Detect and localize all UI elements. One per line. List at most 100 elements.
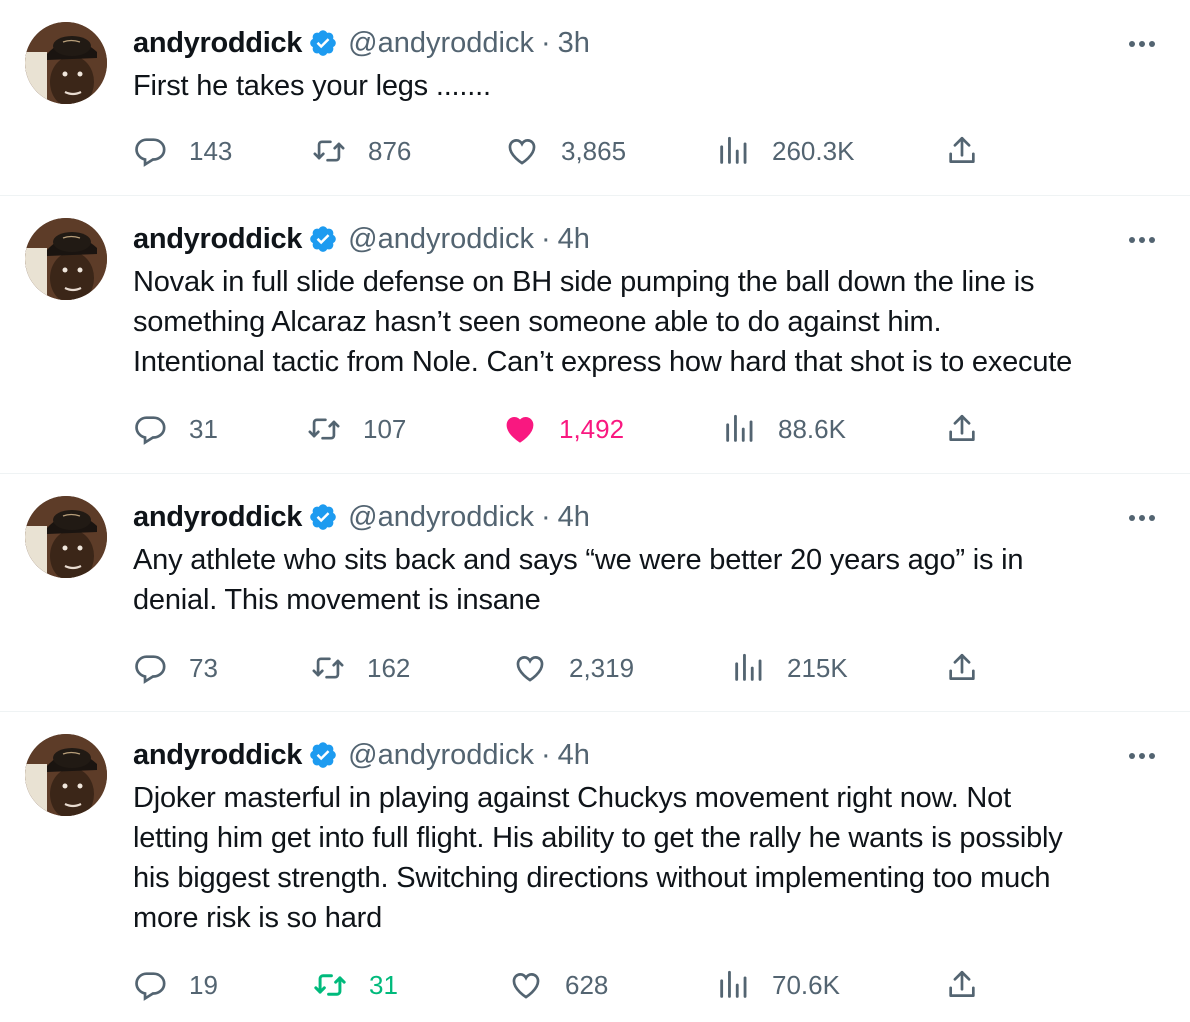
share-icon <box>949 414 975 441</box>
view-count: 88.6K <box>778 413 846 444</box>
like-button[interactable]: 2,319 <box>513 648 634 688</box>
heart-icon <box>508 139 536 165</box>
views-icon <box>720 136 747 164</box>
views-icon <box>735 653 762 681</box>
timestamp[interactable]: 4h <box>558 223 590 256</box>
avatar[interactable] <box>25 218 107 300</box>
timestamp[interactable]: 3h <box>558 27 590 60</box>
tweet-feed: andyroddick @andyroddick · 3h First he t… <box>0 0 1190 1022</box>
retweet-icon <box>312 657 344 679</box>
action-bar: 143 876 3,865 260.3K <box>133 131 1173 171</box>
avatar[interactable] <box>25 734 107 816</box>
retweet-button[interactable]: 107 <box>307 409 406 449</box>
like-button[interactable]: 1,492 <box>503 409 624 449</box>
avatar[interactable] <box>25 22 107 104</box>
author-handle[interactable]: @andyroddick <box>348 501 534 534</box>
share-button[interactable] <box>945 131 979 171</box>
share-button[interactable] <box>945 648 979 688</box>
tweet-text-line: First he takes your legs ....... <box>133 70 491 102</box>
author-name[interactable]: andyroddick <box>133 739 302 772</box>
retweet-count: 31 <box>369 969 398 1000</box>
separator-dot: · <box>540 738 551 771</box>
share-icon <box>949 653 975 680</box>
more-options-icon[interactable] <box>1126 742 1158 770</box>
action-bar: 31 107 1,492 88.6K <box>133 409 1173 449</box>
view-count: 215K <box>787 652 848 683</box>
avatar-image <box>25 734 107 816</box>
views-button[interactable]: 260.3K <box>716 131 854 171</box>
share-icon <box>949 970 975 997</box>
view-count: 260.3K <box>772 135 855 166</box>
tweet-text-line: more risk is so hard <box>133 902 383 934</box>
views-button[interactable]: 70.6K <box>716 965 840 1005</box>
tweet-text: Djoker masterful in playing against Chuc… <box>133 778 1173 938</box>
reply-button[interactable]: 19 <box>133 965 218 1005</box>
author-name[interactable]: andyroddick <box>133 27 302 60</box>
action-bar: 19 31 628 70.6K <box>133 965 1173 1005</box>
verified-badge-icon[interactable] <box>308 224 338 254</box>
tweet[interactable]: andyroddick @andyroddick · 3h First he t… <box>0 0 1190 196</box>
tweet[interactable]: andyroddick @andyroddick · 4h Djoker mas… <box>0 712 1190 1022</box>
avatar-image <box>25 218 107 300</box>
more-options-icon[interactable] <box>1126 226 1158 254</box>
retweet-count: 876 <box>368 135 412 166</box>
tweet-text-line: Any athlete who sits back and says “we w… <box>133 544 1024 576</box>
author-name[interactable]: andyroddick <box>133 223 302 256</box>
retweet-button[interactable]: 162 <box>311 648 410 688</box>
share-icon <box>949 136 975 163</box>
timestamp[interactable]: 4h <box>558 739 590 772</box>
retweet-icon <box>313 140 345 162</box>
retweet-button[interactable]: 876 <box>312 131 411 171</box>
author-name[interactable]: andyroddick <box>133 501 302 534</box>
reply-count: 143 <box>189 135 233 166</box>
reply-icon <box>135 972 166 1001</box>
retweet-button[interactable]: 31 <box>313 965 398 1005</box>
retweet-icon <box>314 974 346 996</box>
like-count: 3,865 <box>561 135 627 166</box>
retweet-count: 107 <box>363 413 407 444</box>
tweet-header: andyroddick @andyroddick · 4h <box>133 219 590 259</box>
tweet[interactable]: andyroddick @andyroddick · 4h Novak in f… <box>0 196 1190 474</box>
tweet-text-line: something Alcaraz hasn’t seen someone ab… <box>133 306 942 338</box>
views-icon <box>720 970 747 998</box>
reply-icon <box>135 655 166 684</box>
verified-badge-icon[interactable] <box>308 28 338 58</box>
tweet-text-line: his biggest strength. Switching directio… <box>133 862 1051 894</box>
views-button[interactable]: 215K <box>731 648 848 688</box>
tweet-header: andyroddick @andyroddick · 4h <box>133 735 590 775</box>
action-bar: 73 162 2,319 215K <box>133 648 1173 688</box>
views-icon <box>726 414 753 442</box>
like-button[interactable]: 3,865 <box>505 131 626 171</box>
like-count: 628 <box>565 969 609 1000</box>
author-handle[interactable]: @andyroddick <box>348 223 534 256</box>
author-handle[interactable]: @andyroddick <box>348 739 534 772</box>
avatar-image <box>25 22 107 104</box>
share-button[interactable] <box>945 965 979 1005</box>
tweet-text-line: denial. This movement is insane <box>133 584 541 616</box>
retweet-count: 162 <box>367 652 411 683</box>
reply-button[interactable]: 31 <box>133 409 218 449</box>
tweet-header: andyroddick @andyroddick · 4h <box>133 497 590 537</box>
reply-icon <box>135 416 166 445</box>
verified-badge-icon[interactable] <box>308 502 338 532</box>
retweet-icon <box>308 418 340 440</box>
more-options-icon[interactable] <box>1126 30 1158 58</box>
reply-count: 31 <box>189 413 218 444</box>
author-handle[interactable]: @andyroddick <box>348 27 534 60</box>
reply-button[interactable]: 143 <box>133 131 232 171</box>
tweet[interactable]: andyroddick @andyroddick · 4h Any athlet… <box>0 474 1190 712</box>
separator-dot: · <box>540 500 551 533</box>
tweet-text: Any athlete who sits back and says “we w… <box>133 540 1173 620</box>
views-button[interactable]: 88.6K <box>722 409 846 449</box>
tweet-text-line: Intentional tactic from Nole. Can’t expr… <box>133 346 1073 378</box>
like-button[interactable]: 628 <box>509 965 608 1005</box>
heart-icon <box>506 417 534 443</box>
more-options-icon[interactable] <box>1126 504 1158 532</box>
tweet-text-line: Djoker masterful in playing against Chuc… <box>133 782 1011 814</box>
like-count: 2,319 <box>569 652 635 683</box>
avatar[interactable] <box>25 496 107 578</box>
verified-badge-icon[interactable] <box>308 740 338 770</box>
reply-button[interactable]: 73 <box>133 648 218 688</box>
timestamp[interactable]: 4h <box>558 501 590 534</box>
share-button[interactable] <box>945 409 979 449</box>
